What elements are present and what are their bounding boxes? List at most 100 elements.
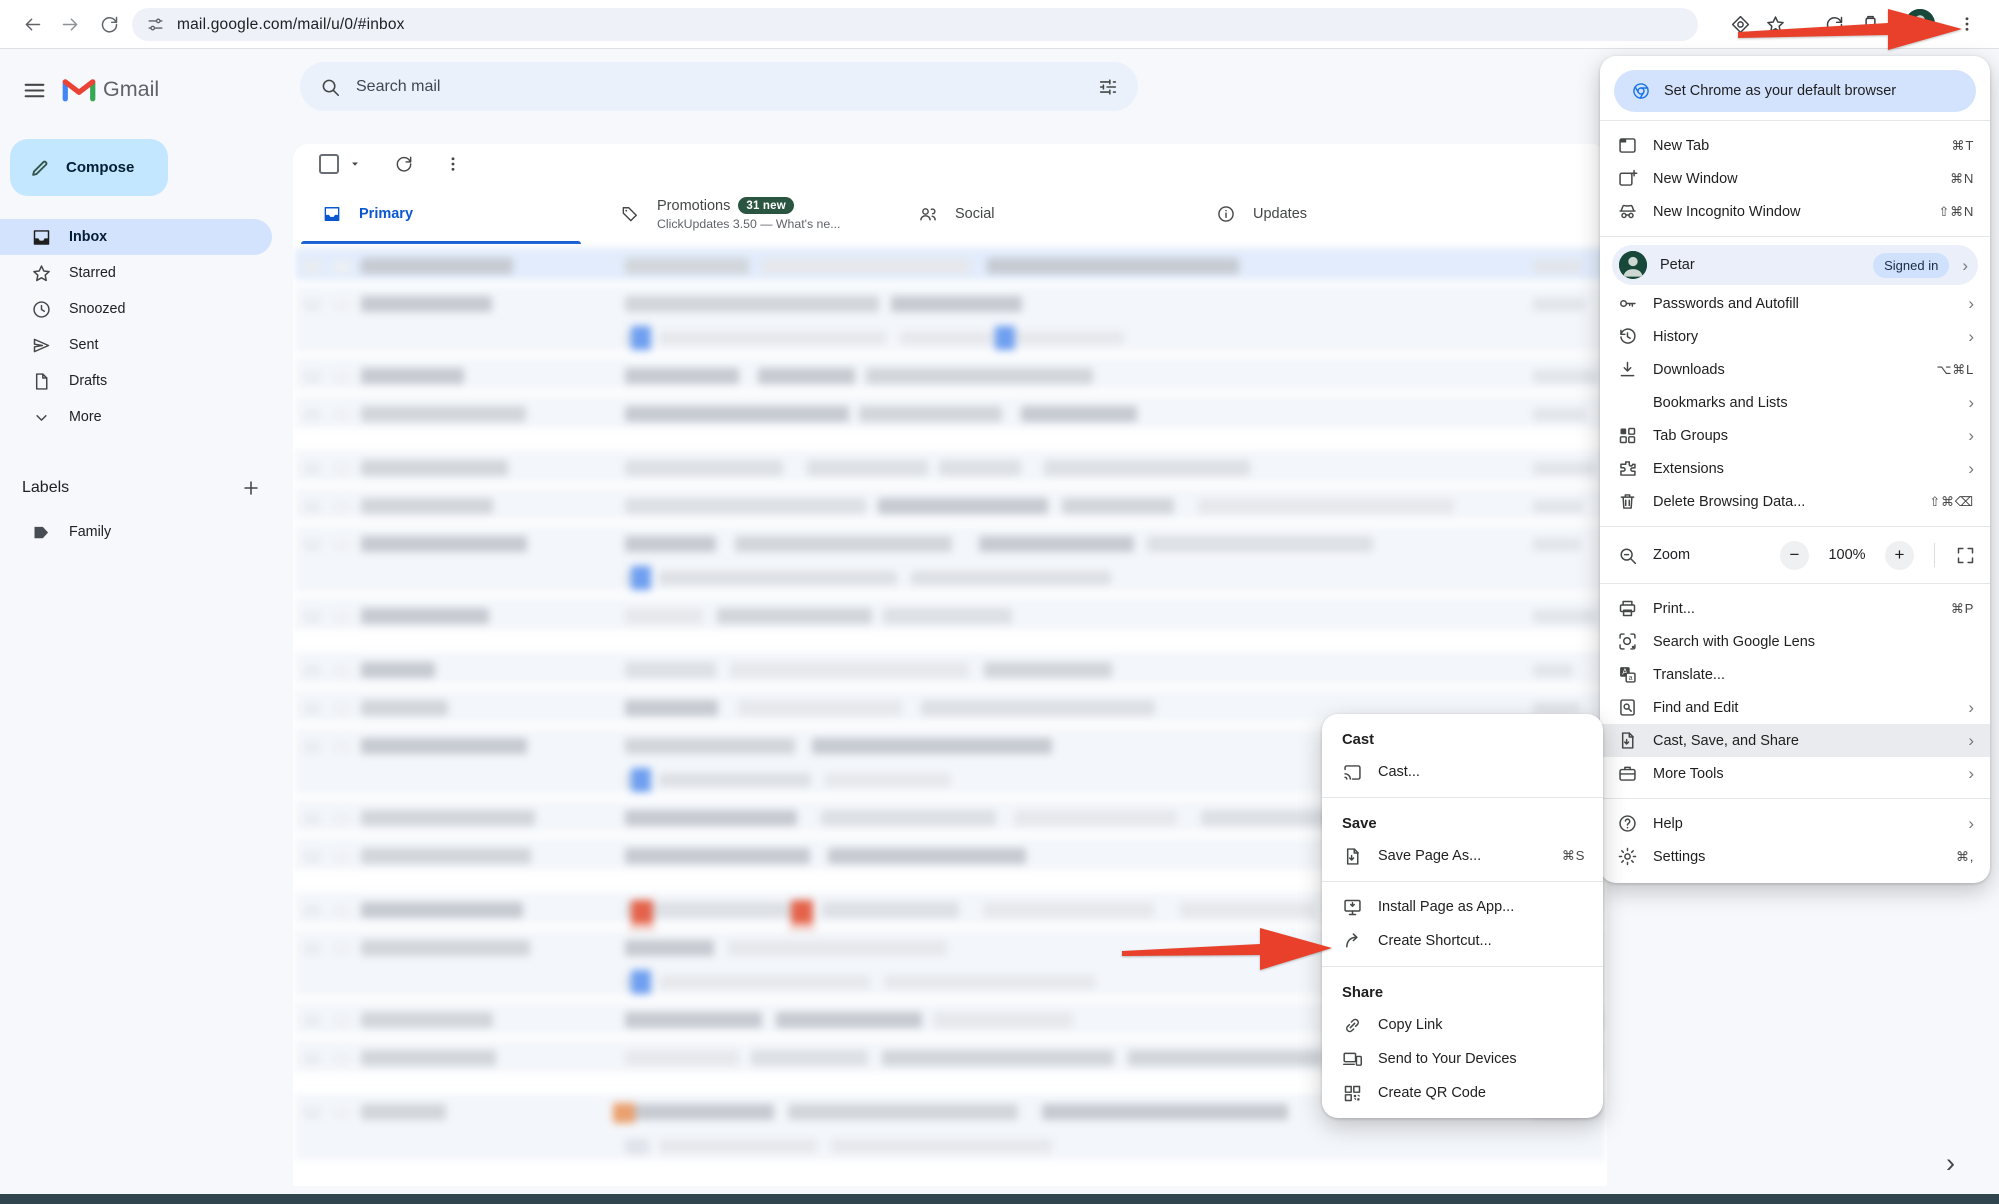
tab-groups-icon bbox=[1617, 425, 1638, 446]
refresh-icon[interactable] bbox=[394, 154, 414, 174]
email-row[interactable] bbox=[295, 526, 1605, 592]
menu-item-settings[interactable]: Settings⌘, bbox=[1600, 840, 1990, 873]
blur-block bbox=[361, 498, 493, 514]
blur-block bbox=[361, 662, 435, 678]
blur-block bbox=[333, 409, 351, 421]
label-item-family[interactable]: Family bbox=[0, 514, 272, 550]
tab-title-row: Primary bbox=[359, 206, 413, 222]
blur-block bbox=[333, 741, 351, 753]
menu-item-help[interactable]: Help› bbox=[1600, 807, 1990, 840]
blur-block bbox=[625, 810, 797, 826]
sidebar-item-sent[interactable]: Sent bbox=[0, 327, 272, 363]
sync-icon[interactable] bbox=[1824, 14, 1845, 35]
blur-block bbox=[825, 773, 951, 787]
blur-block bbox=[625, 700, 718, 716]
divider bbox=[1934, 543, 1935, 567]
email-row[interactable] bbox=[295, 358, 1605, 390]
blur-block bbox=[625, 536, 716, 552]
main-menu-icon[interactable] bbox=[22, 78, 47, 103]
select-all-checkbox[interactable] bbox=[319, 154, 339, 174]
menu-item-extensions[interactable]: Extensions› bbox=[1600, 452, 1990, 485]
submenu-item-create-qr-code[interactable]: Create QR Code bbox=[1322, 1076, 1603, 1110]
forward-icon[interactable] bbox=[60, 14, 81, 35]
menu-item-set-default-browser[interactable]: Set Chrome as your default browser bbox=[1614, 70, 1976, 112]
menu-item-find-and-edit[interactable]: Find and Edit› bbox=[1600, 691, 1990, 724]
blur-block bbox=[625, 1104, 774, 1120]
url-text: mail.google.com/mail/u/0/#inbox bbox=[177, 16, 405, 34]
email-row[interactable] bbox=[295, 396, 1605, 428]
divider bbox=[1600, 526, 1990, 527]
tab-promotions[interactable]: Promotions31 newClickUpdates 3.50 — What… bbox=[591, 184, 889, 244]
menu-item-new-window[interactable]: New Window⌘N bbox=[1600, 162, 1990, 195]
menu-item-new-tab[interactable]: New Tab⌘T bbox=[1600, 129, 1990, 162]
blur-block bbox=[1533, 610, 1597, 623]
blur-block bbox=[911, 571, 1111, 585]
submenu-item-copy-link[interactable]: Copy Link bbox=[1322, 1008, 1603, 1042]
menu-item-bookmarks-and-lists[interactable]: Bookmarks and Lists› bbox=[1600, 386, 1990, 419]
site-settings-icon[interactable] bbox=[146, 15, 165, 34]
menu-item-tab-groups[interactable]: Tab Groups› bbox=[1600, 419, 1990, 452]
menu-item-downloads[interactable]: Downloads⌥⌘L bbox=[1600, 353, 1990, 386]
list-toolbar bbox=[293, 144, 1607, 184]
submenu-item-create-shortcut[interactable]: Create Shortcut... bbox=[1322, 924, 1603, 958]
menu-item-new-incognito-window[interactable]: New Incognito Window⇧⌘N bbox=[1600, 195, 1990, 228]
zoom-out-button[interactable]: − bbox=[1780, 541, 1809, 570]
menu-item-translate[interactable]: AaTranslate... bbox=[1600, 658, 1990, 691]
select-dropdown-icon[interactable] bbox=[348, 157, 362, 171]
search-input[interactable]: Search mail bbox=[300, 62, 1138, 111]
menu-item-passwords-and-autofill[interactable]: Passwords and Autofill› bbox=[1600, 287, 1990, 320]
tab-updates[interactable]: Updates bbox=[1187, 184, 1485, 244]
menu-item-more-tools[interactable]: More Tools› bbox=[1600, 757, 1990, 790]
menu-item-cast-save-and-share[interactable]: Cast, Save, and Share› bbox=[1600, 724, 1990, 757]
blur-block bbox=[303, 741, 321, 753]
menu-item-profile[interactable]: PetarSigned in› bbox=[1612, 245, 1978, 285]
sidebar-item-snoozed[interactable]: Snoozed bbox=[0, 291, 272, 327]
side-panel-chevron-icon[interactable]: › bbox=[1946, 1148, 1955, 1179]
menu-item-history[interactable]: History› bbox=[1600, 320, 1990, 353]
blur-block bbox=[788, 1104, 1018, 1120]
blur-block bbox=[822, 902, 959, 918]
email-row[interactable] bbox=[295, 488, 1605, 520]
clipboard-icon[interactable] bbox=[1860, 14, 1881, 35]
menu-item-search-with-google-lens[interactable]: Search with Google Lens bbox=[1600, 625, 1990, 658]
email-row[interactable] bbox=[295, 652, 1605, 684]
menu-item-delete-browsing-data[interactable]: Delete Browsing Data...⇧⌘⌫ bbox=[1600, 485, 1990, 518]
lens-extension-icon[interactable] bbox=[1730, 14, 1751, 35]
tab-primary[interactable]: Primary bbox=[293, 184, 591, 244]
search-icon[interactable] bbox=[319, 76, 341, 98]
tab-social[interactable]: Social bbox=[889, 184, 1187, 244]
compose-button[interactable]: Compose bbox=[10, 139, 168, 196]
more-options-icon[interactable] bbox=[444, 154, 462, 174]
back-icon[interactable] bbox=[22, 14, 43, 35]
submenu-item-install-page-as-app[interactable]: Install Page as App... bbox=[1322, 890, 1603, 924]
reload-icon[interactable] bbox=[99, 14, 120, 35]
address-bar[interactable]: mail.google.com/mail/u/0/#inbox bbox=[132, 8, 1698, 41]
fullscreen-icon[interactable] bbox=[1955, 545, 1976, 566]
zoom-in-button[interactable]: + bbox=[1885, 541, 1914, 570]
sidebar-item-drafts[interactable]: Drafts bbox=[0, 363, 272, 399]
submenu-item-cast[interactable]: Cast... bbox=[1322, 755, 1603, 789]
email-row[interactable] bbox=[295, 450, 1605, 482]
blur-block bbox=[625, 368, 739, 384]
sidebar-item-more[interactable]: More bbox=[0, 399, 272, 435]
email-row[interactable] bbox=[295, 598, 1605, 630]
bookmark-star-icon[interactable] bbox=[1765, 14, 1786, 35]
sidebar-item-inbox[interactable]: Inbox bbox=[0, 219, 272, 255]
sidebar-item-starred[interactable]: Starred bbox=[0, 255, 272, 291]
blur-block bbox=[333, 371, 351, 383]
divider bbox=[1600, 798, 1990, 799]
new-window-icon bbox=[1617, 168, 1638, 189]
submenu-item-send-to-your-devices[interactable]: Send to Your Devices bbox=[1322, 1042, 1603, 1076]
menu-item-print[interactable]: Print...⌘P bbox=[1600, 592, 1990, 625]
submenu-item-save-page-as[interactable]: Save Page As...⌘S bbox=[1322, 839, 1603, 873]
label-icon bbox=[31, 522, 52, 543]
menu-item-label: Bookmarks and Lists bbox=[1653, 395, 1953, 411]
browser-menu-button[interactable] bbox=[1958, 15, 1976, 33]
blur-block bbox=[631, 900, 653, 924]
email-row[interactable] bbox=[295, 248, 1605, 280]
qr-code-icon bbox=[1342, 1083, 1363, 1104]
create-label-icon[interactable] bbox=[240, 477, 262, 499]
email-row[interactable] bbox=[295, 286, 1605, 352]
profile-avatar[interactable] bbox=[1905, 9, 1935, 39]
search-filters-icon[interactable] bbox=[1097, 76, 1119, 98]
